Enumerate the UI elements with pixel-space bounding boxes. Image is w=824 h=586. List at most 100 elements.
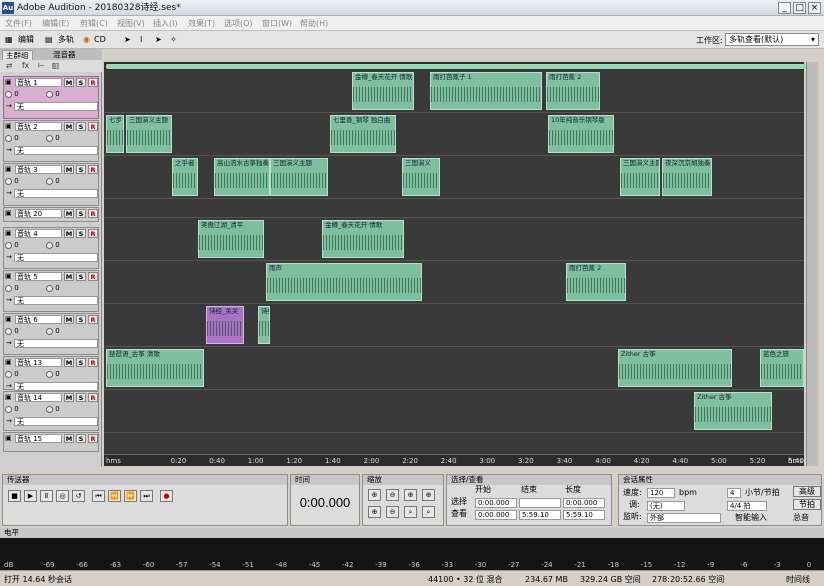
- track-lane[interactable]: [104, 261, 804, 304]
- edit-view-button[interactable]: 编辑: [18, 34, 34, 46]
- pan-knob-icon[interactable]: [46, 327, 53, 335]
- record-arm-button[interactable]: R: [88, 122, 98, 131]
- metronome-button[interactable]: 节拍: [793, 499, 821, 510]
- tab-main-group[interactable]: 主群组: [2, 50, 33, 60]
- zoom-out-vertical-icon[interactable]: ⊖: [386, 506, 399, 518]
- volume-knob-icon[interactable]: [5, 134, 12, 142]
- output-select[interactable]: 无: [14, 253, 98, 262]
- volume-knob-icon[interactable]: [5, 241, 12, 249]
- zoom-in-right-icon[interactable]: ⊕: [422, 489, 435, 501]
- output-select[interactable]: 无: [14, 189, 98, 198]
- fx-icon[interactable]: fx: [22, 60, 29, 72]
- vertical-scrollbar[interactable]: [806, 62, 818, 466]
- audio-clip[interactable]: 三国演义: [402, 158, 440, 196]
- minimize-button[interactable]: _: [778, 2, 791, 14]
- mute-button[interactable]: M: [64, 272, 74, 281]
- output-select[interactable]: 无: [14, 382, 98, 391]
- track-name[interactable]: 音轨 20: [15, 209, 62, 218]
- pan-knob-icon[interactable]: [46, 134, 53, 142]
- workspace-select[interactable]: 多轨查看(默认) ▾: [725, 33, 819, 46]
- audio-clip[interactable]: 三国演义主题: [620, 158, 660, 196]
- solo-button[interactable]: S: [76, 358, 86, 367]
- zoom-navigator-thumb[interactable]: [106, 64, 806, 69]
- audio-clip[interactable]: 三国演义主题: [126, 115, 172, 153]
- audio-clip[interactable]: 雨打芭蕉 2: [546, 72, 600, 110]
- mute-button[interactable]: M: [64, 209, 74, 218]
- output-select[interactable]: 无: [14, 146, 98, 155]
- volume-knob-icon[interactable]: [5, 405, 12, 413]
- mute-button[interactable]: M: [64, 122, 74, 131]
- record-arm-button[interactable]: R: [88, 272, 98, 281]
- volume-control[interactable]: 0: [5, 133, 19, 144]
- go-to-end-icon[interactable]: ⏭: [140, 490, 153, 502]
- track-name[interactable]: 音轨 14: [15, 393, 62, 402]
- menu-help[interactable]: 帮助(H): [300, 18, 328, 29]
- maximize-button[interactable]: □: [793, 2, 806, 14]
- audio-clip[interactable]: 雨打芭蕉 2: [566, 263, 626, 301]
- mute-button[interactable]: M: [64, 358, 74, 367]
- pan-control[interactable]: 0: [46, 89, 60, 100]
- solo-button[interactable]: S: [76, 315, 86, 324]
- selection-start-field[interactable]: 0:00.000: [475, 498, 517, 508]
- audio-clip[interactable]: 琵琶语_古筝 清歌: [106, 349, 204, 387]
- swap-icon[interactable]: ⇄: [6, 60, 12, 72]
- volume-control[interactable]: 0: [5, 89, 19, 100]
- close-button[interactable]: ×: [808, 2, 821, 14]
- move-tool-icon[interactable]: ➤: [124, 34, 131, 46]
- play-icon[interactable]: ▶: [24, 490, 37, 502]
- audio-clip[interactable]: 三国演义主题: [270, 158, 328, 196]
- audio-clip[interactable]: 七里香_钢琴 独白曲: [330, 115, 396, 153]
- menu-effects[interactable]: 效果(T): [188, 18, 215, 29]
- pan-knob-icon[interactable]: [46, 90, 53, 98]
- pan-control[interactable]: 0: [46, 404, 60, 415]
- pause-icon[interactable]: Ⅱ: [40, 490, 53, 502]
- track-name[interactable]: 音轨 6: [15, 315, 62, 324]
- track-name[interactable]: 音轨 4: [15, 229, 62, 238]
- record-arm-button[interactable]: R: [88, 315, 98, 324]
- mute-button[interactable]: M: [64, 434, 74, 443]
- mute-button[interactable]: M: [64, 165, 74, 174]
- volume-control[interactable]: 0: [5, 240, 19, 251]
- pan-control[interactable]: 0: [46, 326, 60, 337]
- mute-button[interactable]: M: [64, 315, 74, 324]
- beats-field[interactable]: 4: [727, 488, 741, 498]
- pan-control[interactable]: 0: [46, 369, 60, 380]
- solo-button[interactable]: S: [76, 122, 86, 131]
- track-name[interactable]: 音轨 3: [15, 165, 62, 174]
- audio-clip[interactable]: Zither 古筝: [694, 392, 772, 430]
- zoom-in-vertical-icon[interactable]: ⊕: [368, 506, 381, 518]
- audio-clip[interactable]: 金樽_春天花开 情歌: [352, 72, 414, 110]
- solo-button[interactable]: S: [76, 209, 86, 218]
- zoom-to-selection-icon[interactable]: ⌕: [404, 506, 417, 518]
- audio-clip[interactable]: 夜深沉京胡独奏: [662, 158, 712, 196]
- volume-knob-icon[interactable]: [5, 90, 12, 98]
- track-header[interactable]: ▣ 音轨 1MSR 0 0 → 无: [3, 76, 99, 119]
- menu-insert[interactable]: 插入(I): [153, 18, 178, 29]
- menu-view[interactable]: 视图(V): [117, 18, 145, 29]
- track-header[interactable]: ▣ 音轨 6MSR 0 0 → 无: [3, 313, 99, 355]
- track-name[interactable]: 音轨 1: [15, 78, 62, 87]
- volume-knob-icon[interactable]: [5, 177, 12, 185]
- audio-clip[interactable]: 雨声: [266, 263, 422, 301]
- track-header[interactable]: ▣ 音轨 5MSR 0 0 → 无: [3, 270, 99, 312]
- audio-clip[interactable]: 10年纯音乐钢琴版: [548, 115, 614, 153]
- selection-end-field[interactable]: [519, 498, 561, 508]
- pan-knob-icon[interactable]: [46, 370, 53, 378]
- output-select[interactable]: 无: [14, 417, 98, 426]
- tab-mixer[interactable]: 混音器: [50, 50, 79, 60]
- track-header[interactable]: ▣ 音轨 14 M S R 0 0 → 无: [3, 391, 99, 431]
- audio-clip[interactable]: 蓝色之旅: [760, 349, 804, 387]
- multitrack-button[interactable]: 多轨: [58, 34, 74, 46]
- audio-clip[interactable]: Zither 古筝: [618, 349, 732, 387]
- zoom-out-horizontal-icon[interactable]: ⊖: [386, 489, 399, 501]
- time-ruler[interactable]: hms 0:20 0:40 1:00 1:20 1:40 2:00 2:20 2:40 3:00 3…: [104, 454, 804, 466]
- audio-clip[interactable]: 诗经_关关: [206, 306, 244, 344]
- eq-icon[interactable]: ▥: [52, 60, 59, 72]
- record-arm-button[interactable]: R: [88, 165, 98, 174]
- pan-knob-icon[interactable]: [46, 177, 53, 185]
- menu-options[interactable]: 选项(O): [224, 18, 253, 29]
- volume-knob-icon[interactable]: [5, 327, 12, 335]
- audio-clip[interactable]: 诗经: [258, 306, 270, 344]
- track-name[interactable]: 音轨 2: [15, 122, 62, 131]
- pan-knob-icon[interactable]: [46, 241, 53, 249]
